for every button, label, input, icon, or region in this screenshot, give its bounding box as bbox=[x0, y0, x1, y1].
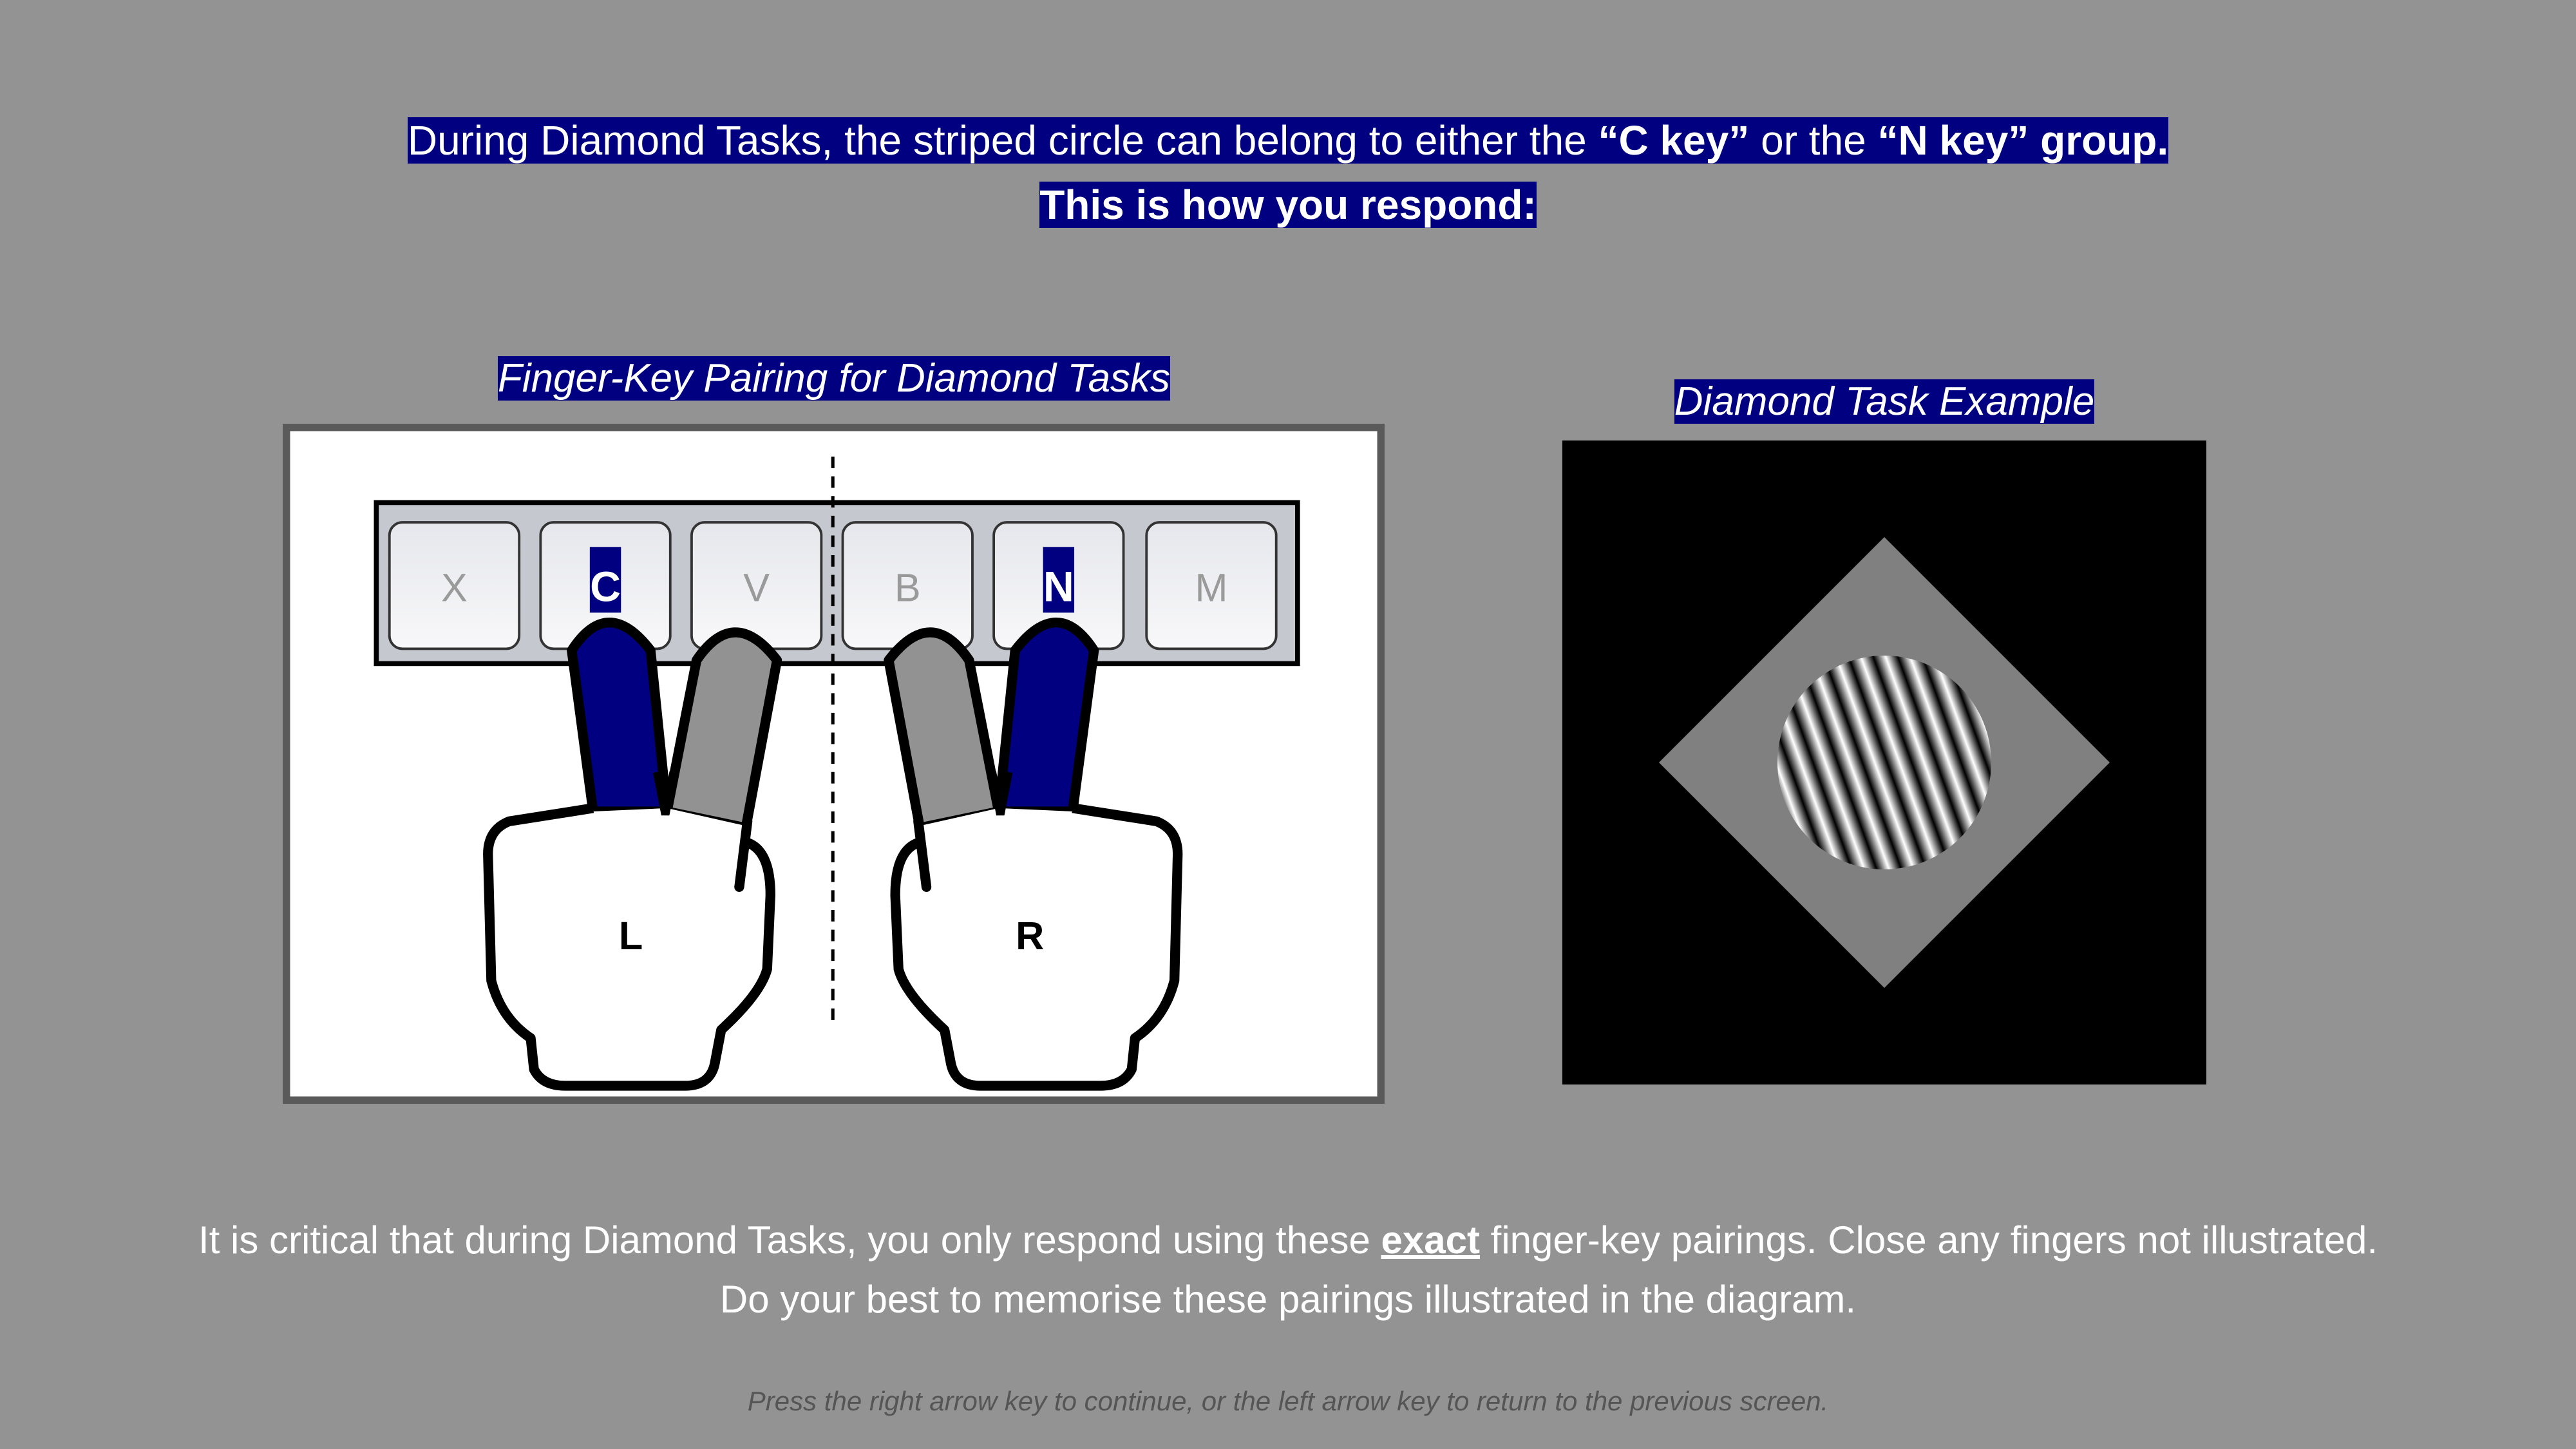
c-key-label: “C key” bbox=[1598, 117, 1750, 164]
instruction-title: During Diamond Tasks, the striped circle… bbox=[0, 108, 2576, 237]
caption-text: Finger-Key Pairing for Diamond Tasks bbox=[497, 356, 1171, 401]
key-letter: N bbox=[1043, 563, 1074, 611]
right-hand-label: R bbox=[1016, 914, 1044, 958]
title-text: or the bbox=[1749, 117, 1878, 164]
instructions: It is critical that during Diamond Tasks… bbox=[0, 1211, 2576, 1329]
left-hand-label: L bbox=[619, 914, 643, 958]
key-letter: C bbox=[590, 563, 621, 611]
finger-key-caption: Finger-Key Pairing for Diamond Tasks bbox=[283, 350, 1385, 408]
n-key-label: “N key” group. bbox=[1877, 117, 2169, 164]
key-letter: X bbox=[441, 565, 468, 609]
key-x: X bbox=[388, 521, 521, 650]
title-line-2: This is how you respond: bbox=[1039, 182, 1537, 228]
finger-key-diagram: X C V B N M L R bbox=[283, 424, 1385, 1104]
key-letter: B bbox=[895, 565, 921, 609]
instruction-text: It is critical that during Diamond Tasks… bbox=[198, 1218, 1381, 1262]
index-finger bbox=[567, 618, 672, 817]
caption-text: Diamond Task Example bbox=[1674, 379, 2095, 424]
diamond-task-example bbox=[1562, 440, 2206, 1084]
striped-circle bbox=[1777, 656, 1991, 869]
index-finger bbox=[994, 618, 1099, 817]
navigation-hint: Press the right arrow key to continue, o… bbox=[747, 1386, 1829, 1416]
key-b: B bbox=[841, 521, 974, 650]
instruction-text: Do your best to memorise these pairings … bbox=[719, 1278, 1857, 1321]
key-m: M bbox=[1145, 521, 1278, 650]
instruction-text: finger-key pairings. Close any fingers n… bbox=[1479, 1218, 2378, 1262]
title-text: During Diamond Tasks, the striped circle… bbox=[407, 117, 1598, 164]
emphasis-exact: exact bbox=[1381, 1218, 1480, 1262]
title-line-1: During Diamond Tasks, the striped circle… bbox=[407, 117, 2169, 164]
example-caption: Diamond Task Example bbox=[1562, 373, 2206, 431]
key-letter: V bbox=[743, 565, 770, 609]
key-v: V bbox=[690, 521, 823, 650]
key-letter: M bbox=[1195, 565, 1227, 609]
